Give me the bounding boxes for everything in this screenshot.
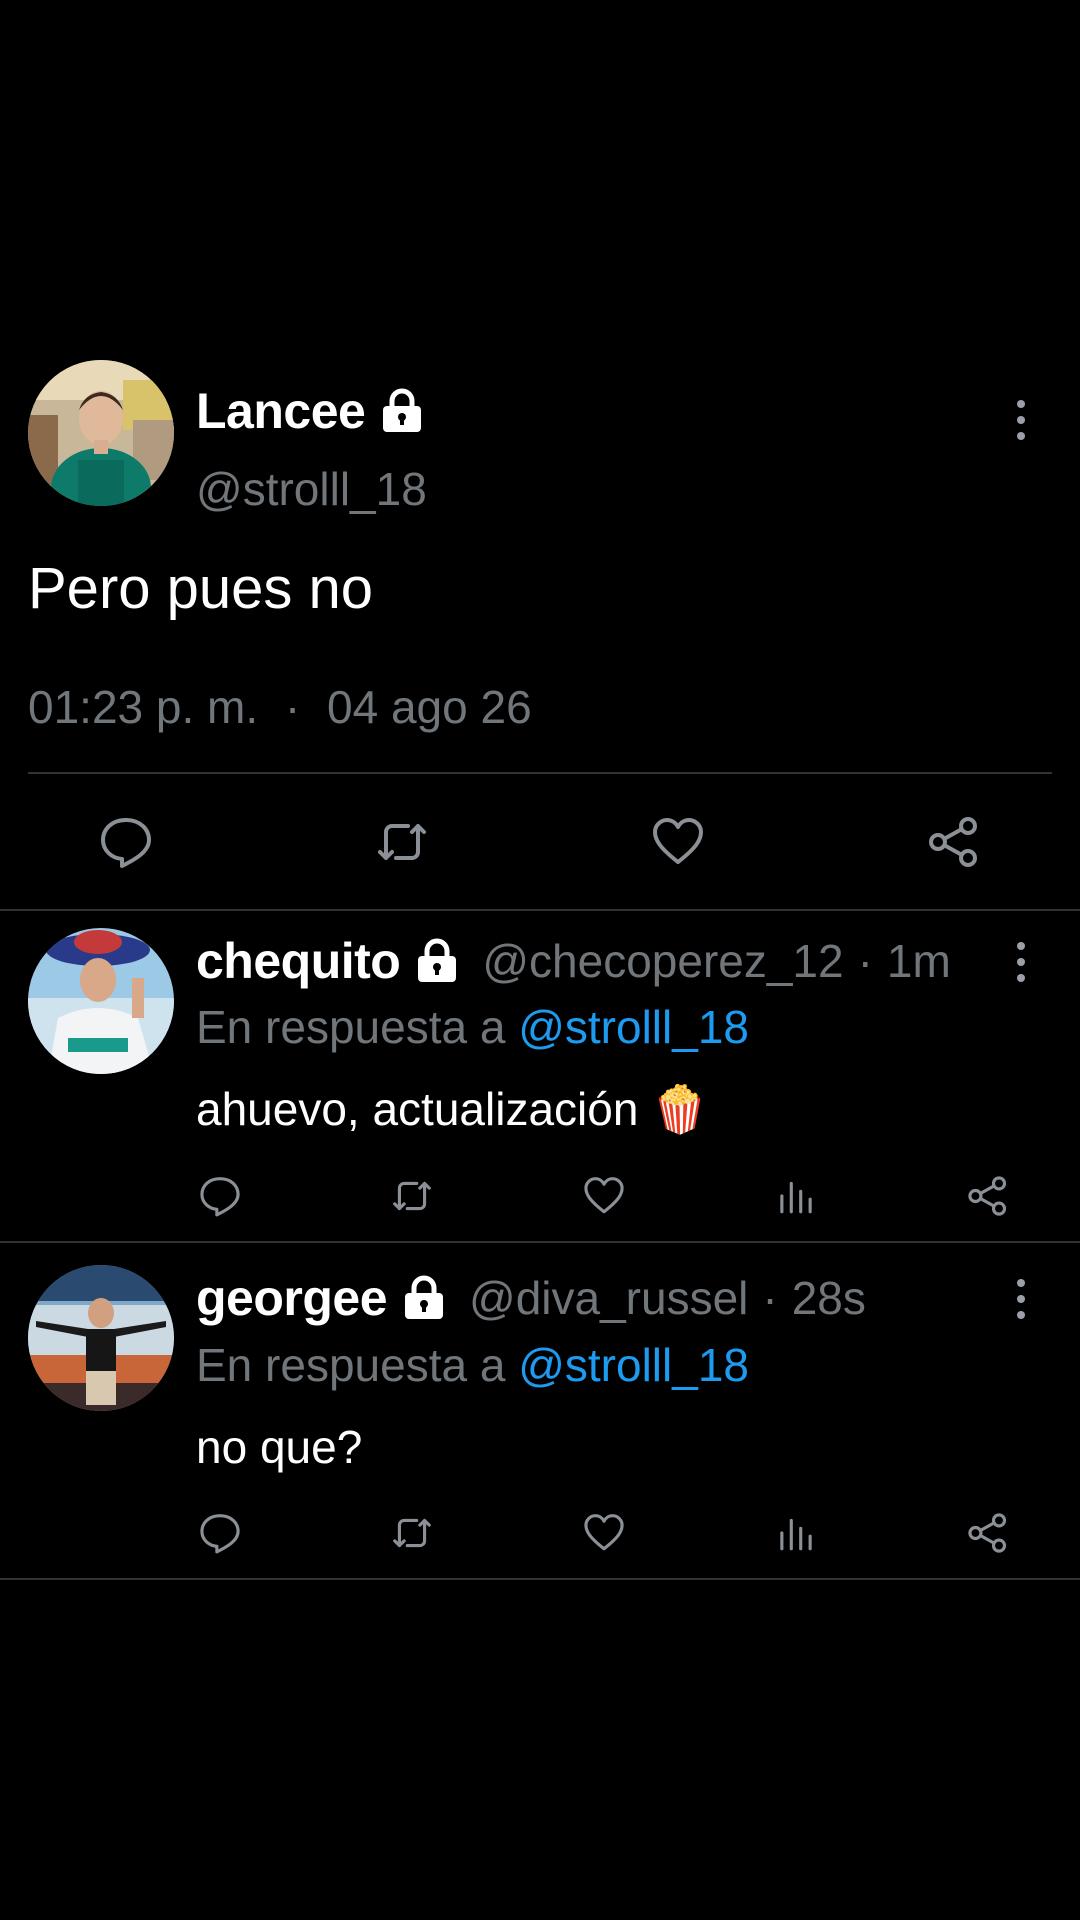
comment-bubble-icon <box>200 1514 240 1554</box>
replying-to-prefix: En respuesta a <box>196 1001 506 1053</box>
reply-age: 1m <box>886 935 951 987</box>
replying-to: En respuesta a @strolll_18 <box>196 1000 749 1054</box>
tweet-text: no que? <box>196 1421 363 1473</box>
reply-button[interactable] <box>198 1174 242 1218</box>
author-display-name[interactable]: georgee <box>196 1269 388 1327</box>
mention-link[interactable]: @strolll_18 <box>518 1001 749 1053</box>
more-options-button[interactable] <box>1006 1269 1036 1329</box>
reply-age: 28s <box>791 1272 866 1324</box>
lock-icon <box>414 938 460 984</box>
views-button[interactable] <box>774 1174 818 1218</box>
replying-to-prefix: En respuesta a <box>196 1339 506 1391</box>
tweet-text: ahuevo, actualización 🍿 <box>196 1083 709 1135</box>
author-handle[interactable]: @strolll_18 <box>196 462 427 516</box>
lock-icon <box>379 388 425 434</box>
retweet-button[interactable] <box>374 814 430 870</box>
avatar-image <box>28 1265 174 1411</box>
retweet-icon <box>393 1181 431 1211</box>
more-options-button[interactable] <box>1006 390 1036 450</box>
screen: Lancee @strolll_18 Pero pues no 01:23 p.… <box>0 0 1080 1920</box>
divider <box>0 1241 1080 1243</box>
meta-separator: · <box>857 935 873 987</box>
share-icon <box>968 1513 1007 1553</box>
share-button[interactable] <box>926 814 982 870</box>
author-line: Lancee <box>196 382 425 440</box>
heart-icon <box>584 1514 624 1551</box>
share-icon <box>929 817 977 867</box>
divider <box>0 1578 1080 1580</box>
divider <box>0 909 1080 911</box>
avatar[interactable] <box>28 360 174 506</box>
more-vertical-icon <box>1017 1279 1025 1287</box>
divider <box>28 772 1052 774</box>
retweet-button[interactable] <box>390 1174 434 1218</box>
meta-separator: · <box>284 681 301 733</box>
author-display-name[interactable]: Lancee <box>196 382 366 440</box>
comment-bubble-icon <box>200 1177 240 1217</box>
mention-link[interactable]: @strolll_18 <box>518 1339 749 1391</box>
tweet-timestamp: 01:23 p. m. · 04 ago 26 <box>28 680 532 734</box>
analytics-icon <box>780 1181 812 1214</box>
like-button[interactable] <box>650 814 706 870</box>
author-display-name[interactable]: chequito <box>196 932 401 990</box>
tweet-text: Pero pues no <box>28 556 374 621</box>
more-vertical-icon <box>1017 400 1025 408</box>
more-options-button[interactable] <box>1006 932 1036 992</box>
reply-button[interactable] <box>198 1511 242 1555</box>
like-button[interactable] <box>582 1174 626 1218</box>
reply-button[interactable] <box>98 814 154 870</box>
avatar[interactable] <box>28 928 174 1074</box>
tweet-time: 01:23 p. m. <box>28 681 259 733</box>
author-handle[interactable]: @checoperez_12 <box>482 934 843 988</box>
analytics-icon <box>780 1518 812 1551</box>
share-button[interactable] <box>966 1174 1010 1218</box>
tweet-date: 04 ago 26 <box>327 681 532 733</box>
meta-separator: · <box>762 1272 778 1324</box>
avatar[interactable] <box>28 1265 174 1411</box>
avatar-image <box>28 360 174 506</box>
comment-bubble-icon <box>101 818 151 868</box>
retweet-icon <box>393 1518 431 1548</box>
more-vertical-icon <box>1017 942 1025 950</box>
share-button[interactable] <box>966 1511 1010 1555</box>
author-line: chequito @checoperez_12 · 1m <box>196 932 951 990</box>
avatar-image <box>28 928 174 1074</box>
like-button[interactable] <box>582 1511 626 1555</box>
lock-icon <box>401 1275 447 1321</box>
author-line: georgee @diva_russel · 28s <box>196 1269 866 1327</box>
heart-icon <box>584 1177 624 1214</box>
heart-icon <box>653 818 703 864</box>
views-button[interactable] <box>774 1511 818 1555</box>
author-handle-line: @strolll_18 <box>196 462 427 516</box>
replying-to: En respuesta a @strolll_18 <box>196 1338 749 1392</box>
share-icon <box>968 1176 1007 1216</box>
retweet-icon <box>378 824 426 860</box>
retweet-button[interactable] <box>390 1511 434 1555</box>
author-handle[interactable]: @diva_russel <box>469 1271 748 1325</box>
